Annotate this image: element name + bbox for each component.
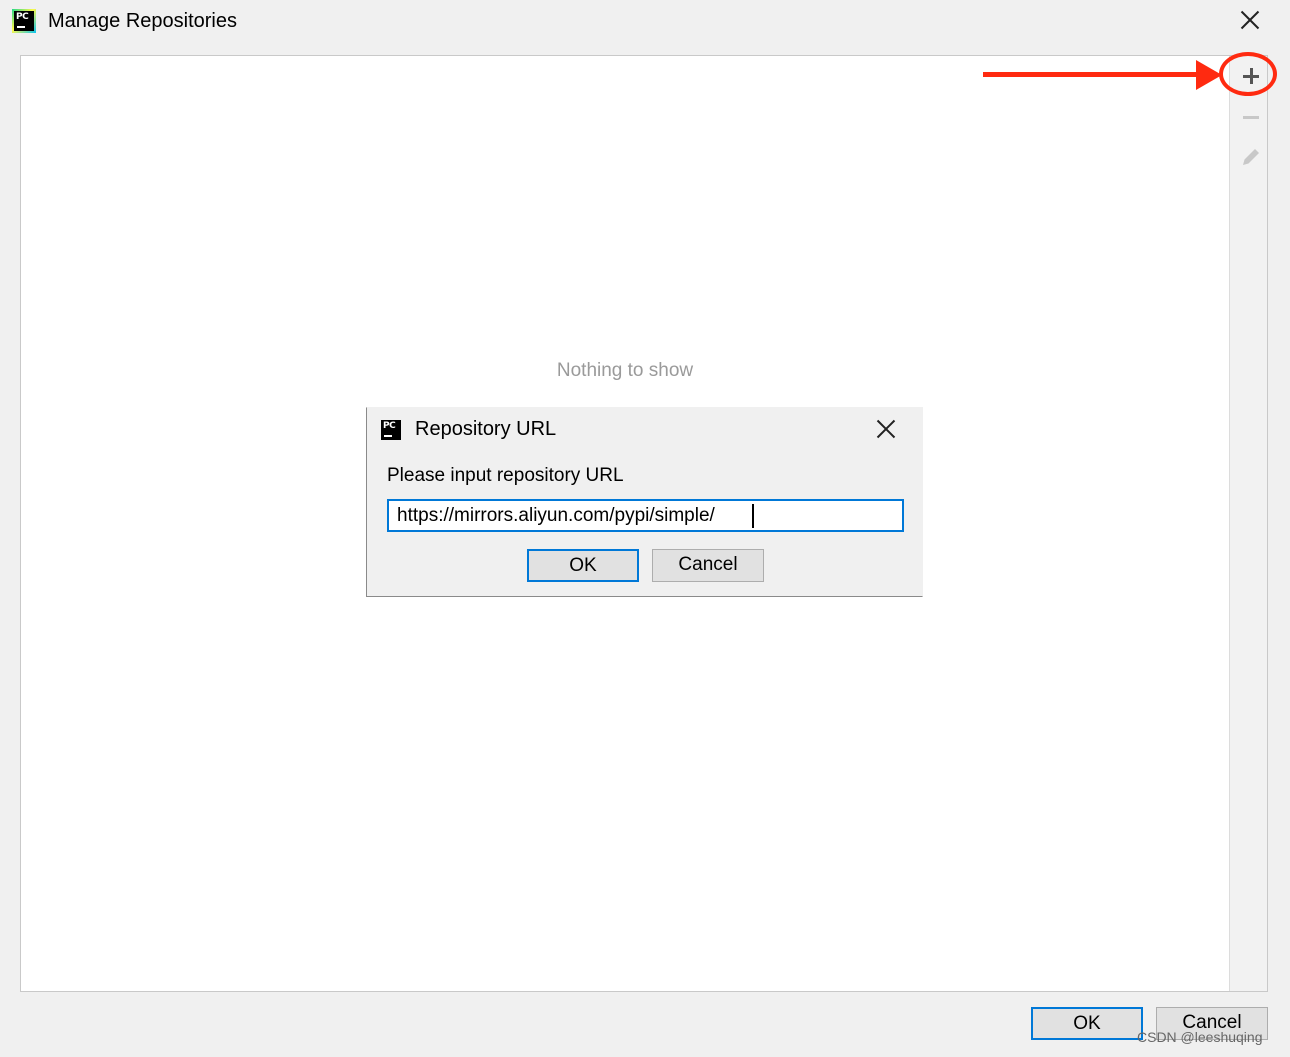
pycharm-logo-icon: PC: [12, 9, 36, 33]
repository-url-input[interactable]: [387, 499, 904, 532]
window-title: Manage Repositories: [48, 10, 237, 32]
annotation-arrow-line: [983, 72, 1198, 77]
dialog-cancel-button[interactable]: Cancel: [652, 549, 764, 582]
text-caret: [752, 504, 754, 528]
watermark: CSDN @leeshuqing: [1137, 1029, 1263, 1045]
pycharm-logo-icon: PC: [379, 418, 403, 442]
edit-icon[interactable]: [1236, 142, 1266, 172]
window-close-icon[interactable]: [1240, 10, 1260, 30]
dialog-title: Repository URL: [415, 418, 557, 440]
annotation-circle: [1219, 52, 1277, 96]
empty-list-message: Nothing to show: [556, 360, 694, 381]
ok-button[interactable]: OK: [1031, 1007, 1143, 1040]
dialog-ok-button[interactable]: OK: [527, 549, 639, 582]
repository-url-dialog: PC Repository URL Please input repositor…: [366, 407, 923, 597]
list-toolbar: [1229, 56, 1267, 991]
remove-icon[interactable]: [1236, 102, 1266, 132]
url-prompt-label: Please input repository URL: [387, 465, 624, 486]
dialog-close-icon[interactable]: [876, 419, 896, 439]
